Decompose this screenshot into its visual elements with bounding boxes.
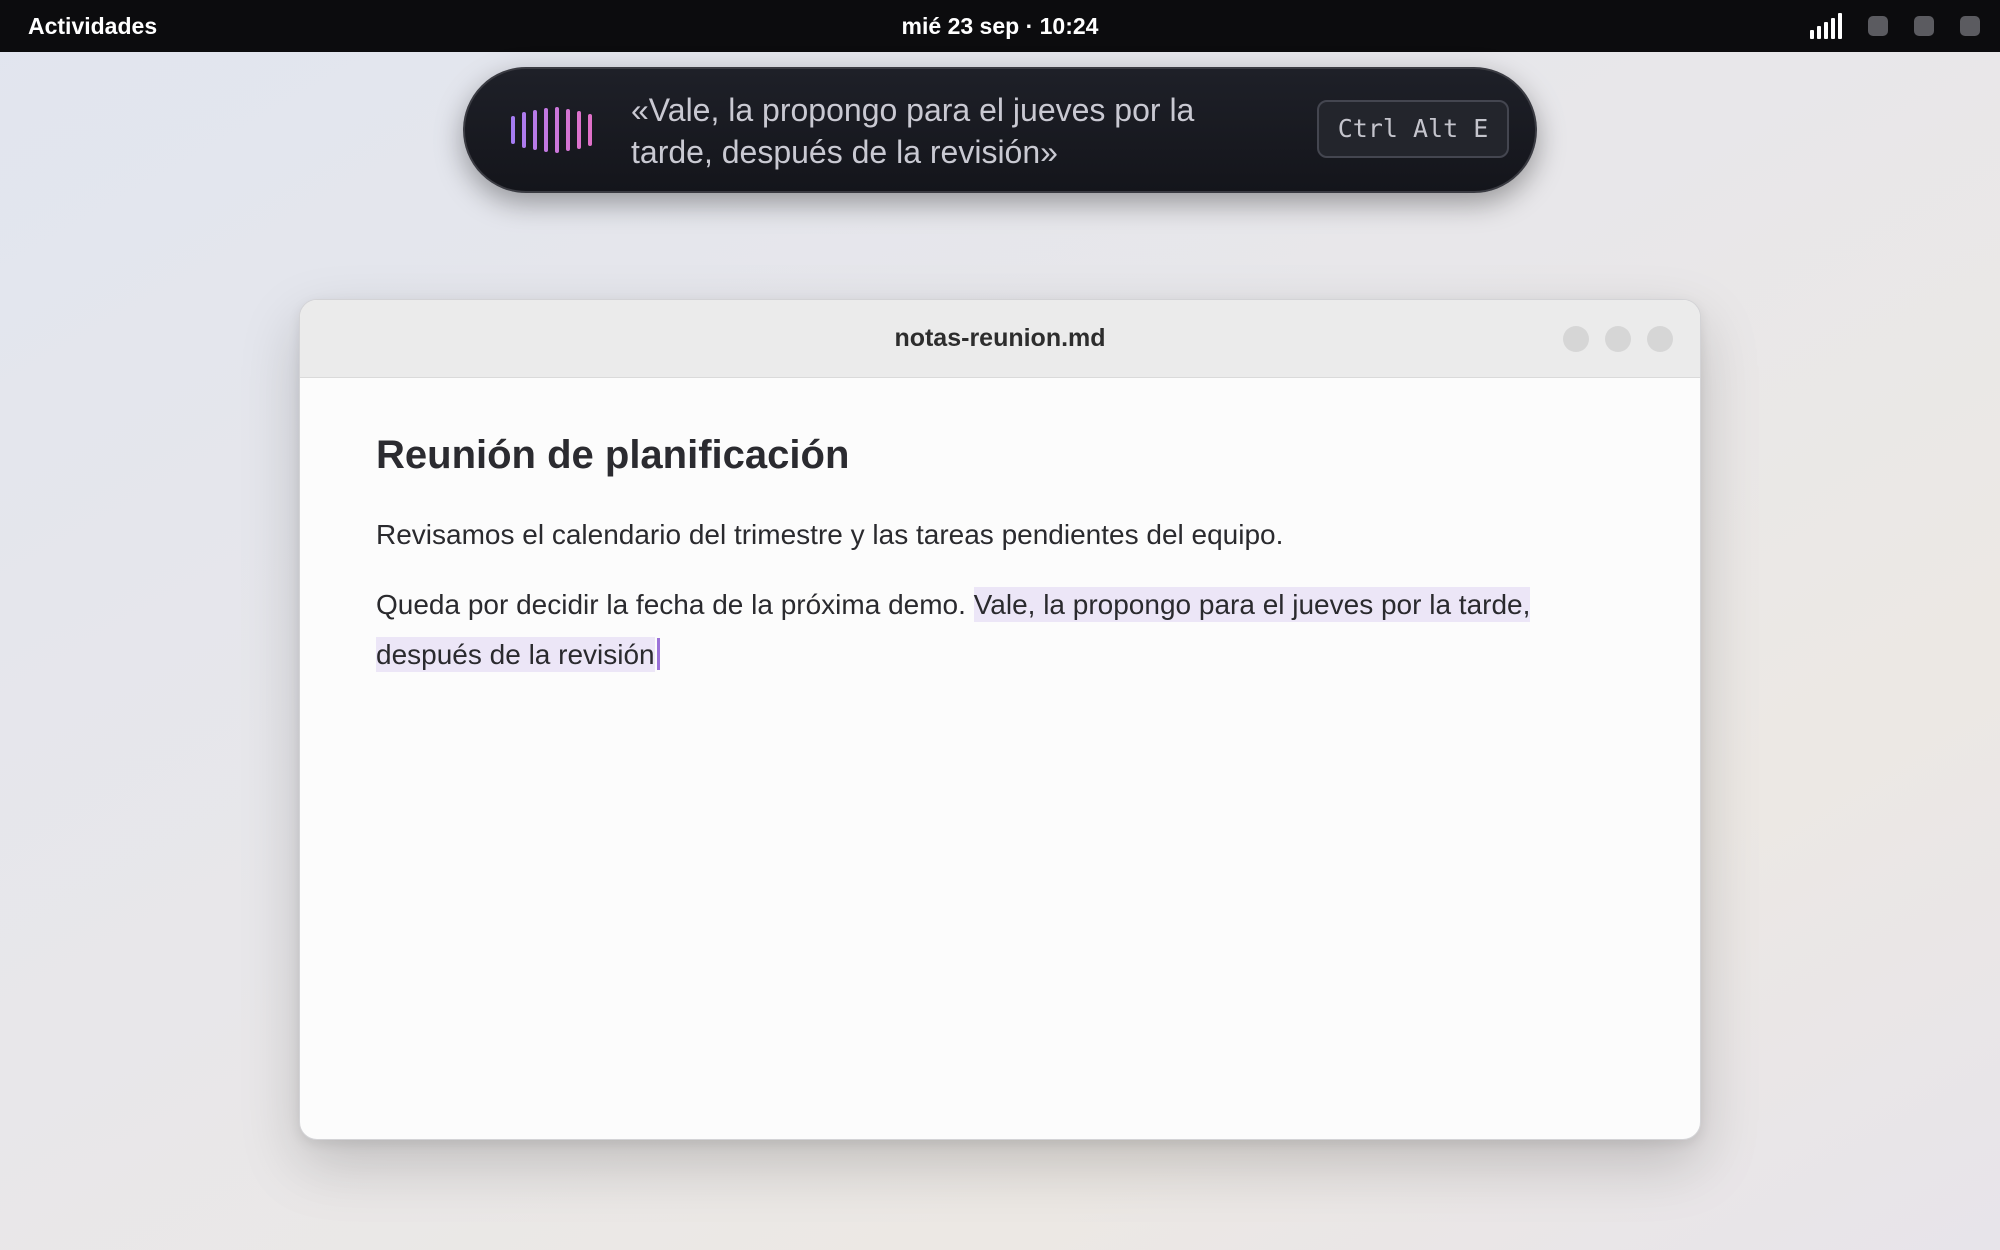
close-button[interactable] <box>1647 326 1673 352</box>
paragraph: Revisamos el calendario del trimestre y … <box>376 519 1284 550</box>
text-cursor <box>656 638 660 670</box>
system-tray[interactable] <box>1810 0 1980 52</box>
dictation-transcript: «Vale, la propongo para el jueves por la… <box>631 92 1195 170</box>
document-heading: Reunión de planificación <box>376 433 850 477</box>
document-body[interactable]: Reunión de planificación Revisamos el ca… <box>376 430 1616 680</box>
clock[interactable]: mié 23 sep · 10:24 <box>902 13 1099 39</box>
signal-icon[interactable] <box>1810 13 1842 39</box>
paragraph: Queda por decidir la fecha de la próxima… <box>376 580 1616 680</box>
top-bar: Actividades mié 23 sep · 10:24 <box>0 0 2000 52</box>
editor-window: notas-reunion.md Reunión de planificació… <box>299 299 1701 1140</box>
dictation-overlay: «Vale, la propongo para el jueves por la… <box>463 67 1537 193</box>
maximize-button[interactable] <box>1605 326 1631 352</box>
paragraph-text: Queda por decidir la fecha de la próxima… <box>376 589 966 620</box>
window-title: notas-reunion.md <box>894 324 1106 352</box>
waveform-icon <box>511 107 592 153</box>
tray-square-icon[interactable] <box>1914 16 1934 36</box>
tray-square-icon[interactable] <box>1868 16 1888 36</box>
window-controls <box>1563 326 1673 352</box>
clock-area: mié 23 sep · 10:24 <box>0 0 2000 52</box>
activities-button[interactable]: Actividades <box>28 0 157 52</box>
window-titlebar[interactable]: notas-reunion.md <box>300 300 1700 378</box>
minimize-button[interactable] <box>1563 326 1589 352</box>
tray-square-icon[interactable] <box>1960 16 1980 36</box>
shortcut-badge: Ctrl Alt E <box>1317 100 1509 158</box>
